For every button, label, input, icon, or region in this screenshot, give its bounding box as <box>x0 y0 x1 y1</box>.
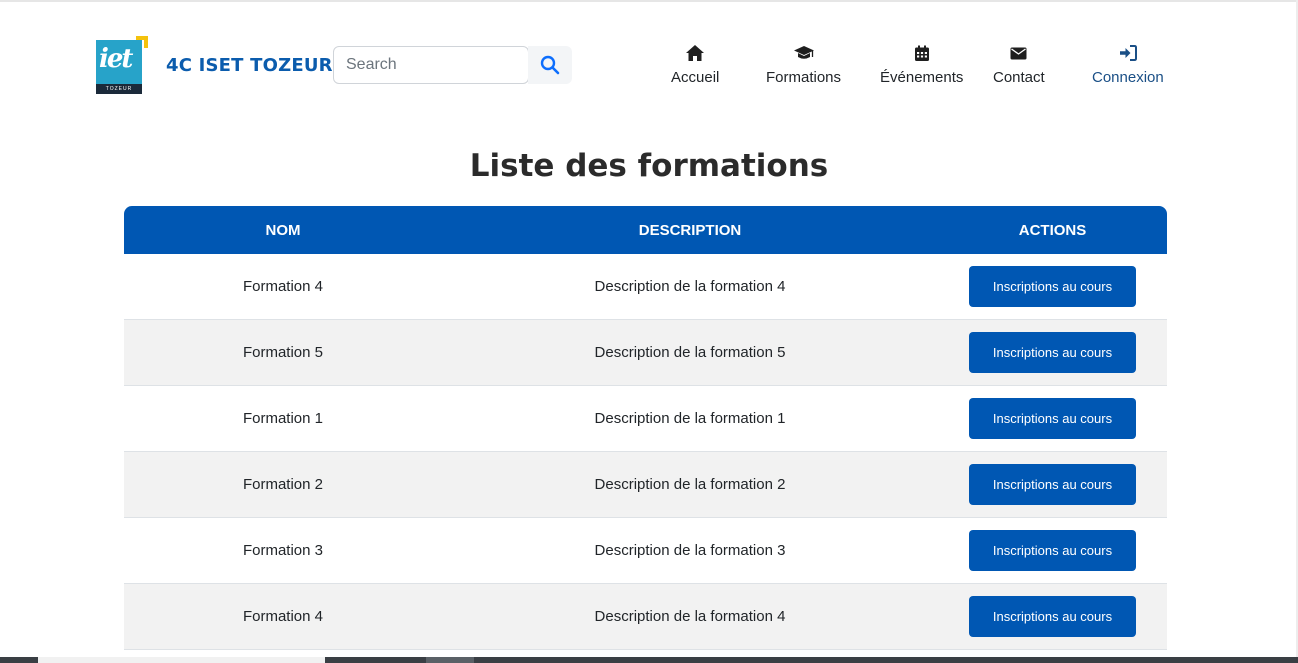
brand[interactable]: iet TOZEUR 4C ISET TOZEUR <box>96 36 333 94</box>
inscriptions-button[interactable]: Inscriptions au cours <box>969 596 1136 637</box>
inscriptions-button[interactable]: Inscriptions au cours <box>969 464 1136 505</box>
calendar-icon <box>914 43 930 63</box>
taskbar-segment <box>38 657 325 663</box>
header-actions: ACTIONS <box>1018 221 1087 239</box>
cell-actions: Inscriptions au cours <box>938 332 1167 373</box>
taskbar-segment <box>426 657 474 663</box>
envelope-icon <box>1010 43 1027 63</box>
cell-nom: Formation 4 <box>242 608 324 625</box>
table-row: Formation 3 Description de la formation … <box>124 518 1167 584</box>
inscriptions-button[interactable]: Inscriptions au cours <box>969 398 1136 439</box>
cell-nom: Formation 1 <box>242 410 324 427</box>
logo-band: TOZEUR <box>96 84 142 94</box>
brand-name[interactable]: 4C ISET TOZEUR <box>166 55 333 76</box>
nav-item-connexion[interactable]: Connexion <box>1092 43 1164 86</box>
nav-label: Événements <box>880 69 964 86</box>
nav-label: Formations <box>766 69 842 86</box>
table-row: Formation 4 Description de la formation … <box>124 584 1167 650</box>
formations-table: NOM DESCRIPTION ACTIONS Formation 4 Desc… <box>124 206 1167 650</box>
cell-description: Description de la formation 4 <box>594 608 786 625</box>
inscriptions-button[interactable]: Inscriptions au cours <box>969 530 1136 571</box>
taskbar-strip <box>0 657 1298 663</box>
nav-label: Connexion <box>1092 69 1164 86</box>
table-row: Formation 4 Description de la formation … <box>124 254 1167 320</box>
cell-nom: Formation 3 <box>242 542 324 559</box>
nav-item-formations[interactable]: Formations <box>766 43 841 86</box>
header-nom: NOM <box>265 221 301 239</box>
cell-description: Description de la formation 5 <box>594 344 786 361</box>
cell-actions: Inscriptions au cours <box>938 596 1167 637</box>
cell-actions: Inscriptions au cours <box>938 464 1167 505</box>
table-row: Formation 2 Description de la formation … <box>124 452 1167 518</box>
header-description: DESCRIPTION <box>638 221 742 239</box>
logo-mark: iet <box>99 44 133 74</box>
cell-nom: Formation 2 <box>242 476 324 493</box>
cell-description: Description de la formation 4 <box>594 278 786 295</box>
logo-corner <box>136 36 148 48</box>
logo: iet TOZEUR <box>96 36 148 94</box>
nav-label: Contact <box>993 69 1045 86</box>
inscriptions-button[interactable]: Inscriptions au cours <box>969 332 1136 373</box>
table-row: Formation 5 Description de la formation … <box>124 320 1167 386</box>
search-button[interactable] <box>528 46 572 84</box>
cell-description: Description de la formation 3 <box>594 542 786 559</box>
sign-in-icon <box>1119 43 1137 63</box>
nav-item-accueil[interactable]: Accueil <box>671 43 719 86</box>
cell-actions: Inscriptions au cours <box>938 266 1167 307</box>
table-header: NOM DESCRIPTION ACTIONS <box>124 206 1167 254</box>
cell-description: Description de la formation 2 <box>594 476 786 493</box>
inscriptions-button[interactable]: Inscriptions au cours <box>969 266 1136 307</box>
cell-nom: Formation 5 <box>242 344 324 361</box>
cell-description: Description de la formation 1 <box>594 410 786 427</box>
window-top-border <box>0 0 1298 2</box>
nav-item-contact[interactable]: Contact <box>993 43 1045 86</box>
search-icon <box>540 55 560 75</box>
graduation-cap-icon <box>793 43 815 63</box>
cell-actions: Inscriptions au cours <box>938 398 1167 439</box>
page-title: Liste des formations <box>469 148 829 184</box>
nav-label: Accueil <box>671 69 720 86</box>
search-input[interactable] <box>333 46 529 84</box>
cell-nom: Formation 4 <box>242 278 324 295</box>
cell-actions: Inscriptions au cours <box>938 530 1167 571</box>
nav-item-evenements[interactable]: Événements <box>880 43 963 86</box>
table-row: Formation 1 Description de la formation … <box>124 386 1167 452</box>
home-icon <box>685 43 705 63</box>
search-form <box>333 46 572 84</box>
